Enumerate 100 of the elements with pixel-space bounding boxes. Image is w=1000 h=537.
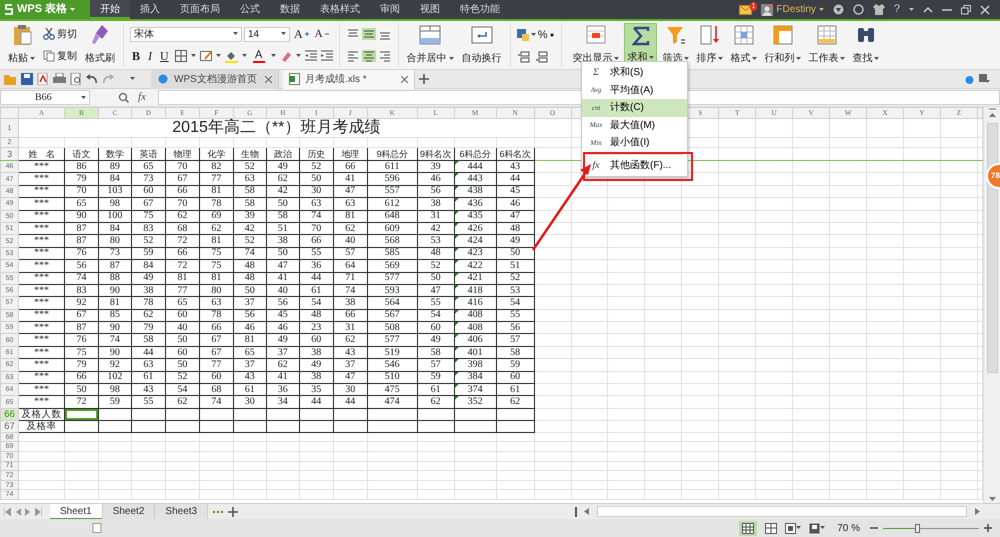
selected-cell[interactable] xyxy=(64,408,98,420)
menu-tab[interactable]: 表格样式 xyxy=(310,0,370,19)
menu-tab[interactable]: 数据 xyxy=(270,0,310,19)
ribbon-button[interactable]: 工作表 xyxy=(806,23,848,67)
collapse-ribbon-icon[interactable] xyxy=(923,6,933,13)
sheet-tab[interactable]: Sheet1 xyxy=(50,504,103,520)
table-cell: 57 xyxy=(333,247,368,260)
table-cell: *** xyxy=(18,198,64,210)
table-cell: 474 xyxy=(367,396,418,408)
font-size-field[interactable]: 14 xyxy=(244,26,290,42)
normal-view-icon[interactable] xyxy=(742,522,754,534)
mail-icon[interactable] xyxy=(739,4,752,14)
sheet-tab[interactable]: Sheet3 xyxy=(155,504,208,520)
panel-menu-icon[interactable] xyxy=(979,74,990,84)
undo-icon[interactable] xyxy=(86,74,98,84)
bold-button[interactable]: B xyxy=(130,47,142,65)
new-tab-icon[interactable] xyxy=(419,74,429,84)
decrease-font-button[interactable]: A xyxy=(312,26,331,42)
reading-mode-icon[interactable] xyxy=(809,522,820,534)
print-icon[interactable] xyxy=(53,73,66,85)
document-tab[interactable]: WPS文档漫游首页 xyxy=(151,70,279,88)
menu-tab[interactable]: 特色功能 xyxy=(450,0,510,19)
document-tab[interactable]: 月考成绩.xls * xyxy=(283,70,415,88)
increase-decimal-icon[interactable] xyxy=(516,51,531,64)
menu-tab[interactable]: 插入 xyxy=(130,0,170,19)
avatar-icon[interactable] xyxy=(761,4,774,16)
zoom-level[interactable]: 70 % xyxy=(837,520,860,536)
close-icon[interactable] xyxy=(265,76,272,82)
table-cell: 75 xyxy=(199,247,234,260)
font-color-button[interactable]: A xyxy=(250,50,267,62)
table-cell: 62 xyxy=(417,396,454,408)
table-cell: 66 xyxy=(333,160,368,173)
user-name[interactable]: FDestiny xyxy=(776,2,816,17)
paste-button[interactable]: 粘贴 xyxy=(6,23,37,67)
align-middle-icon[interactable] xyxy=(362,28,376,40)
name-box[interactable]: B66 xyxy=(0,90,90,105)
ribbon-button[interactable]: 排序 xyxy=(694,23,726,67)
zoom-in-icon[interactable] xyxy=(984,524,992,532)
sheet-tab[interactable]: Sheet2 xyxy=(102,504,156,520)
ribbon-button[interactable]: 行和列 xyxy=(762,23,804,67)
menu-tab[interactable]: 审阅 xyxy=(370,0,410,19)
format-painter-button[interactable]: 格式刷 xyxy=(83,23,117,67)
menu-item[interactable]: fx 其他函数(F)... xyxy=(582,156,687,174)
cloud-icon[interactable] xyxy=(964,74,975,84)
ribbon-button[interactable]: 查找 xyxy=(850,23,882,67)
clear-format-icon[interactable] xyxy=(280,50,292,62)
slider-thumb[interactable] xyxy=(914,524,920,532)
cell-style-icon[interactable] xyxy=(200,50,212,62)
horizontal-scrollbar-thumb[interactable] xyxy=(597,506,967,517)
align-left-icon[interactable] xyxy=(346,50,360,62)
underline-button[interactable]: U xyxy=(158,47,171,65)
table-cell: 50 xyxy=(266,247,300,260)
copy-button[interactable]: 复制 xyxy=(41,48,79,64)
row-header[interactable]: 3 xyxy=(0,148,18,160)
merge-center-button[interactable]: 合并居中 xyxy=(404,23,456,67)
shirt-icon[interactable] xyxy=(872,4,885,15)
ribbon-button[interactable]: 格式 xyxy=(728,23,760,67)
align-right-icon[interactable] xyxy=(378,50,392,62)
caret-icon xyxy=(270,54,276,58)
font-name-field[interactable]: 宋体 xyxy=(130,26,242,42)
decrease-indent-icon[interactable] xyxy=(304,50,317,62)
app-logo[interactable]: WPS 表格 xyxy=(0,0,90,19)
table-cell: 435 xyxy=(454,210,496,222)
table-cell: 37 xyxy=(233,358,266,372)
menu-tab[interactable]: 开始 xyxy=(90,0,130,19)
menu-tab[interactable]: 视图 xyxy=(410,0,450,19)
scroll-left-icon[interactable] xyxy=(584,508,589,515)
pdf-export-icon[interactable] xyxy=(37,73,49,85)
scroll-right-icon[interactable] xyxy=(975,508,980,515)
align-center-icon[interactable] xyxy=(362,50,376,62)
italic-button[interactable]: I xyxy=(146,47,154,65)
menu-item[interactable]: Σ 求和(S) xyxy=(582,64,687,82)
row-header[interactable]: 66 xyxy=(0,408,18,420)
table-cell: 40 xyxy=(266,284,300,297)
increase-font-button[interactable]: A xyxy=(292,25,311,43)
zoom-icon[interactable] xyxy=(118,92,129,103)
row-header[interactable]: 67 xyxy=(0,420,18,432)
splitter-icon[interactable] xyxy=(575,506,578,516)
decrease-decimal-icon[interactable] xyxy=(534,51,549,64)
close-icon[interactable] xyxy=(401,76,408,82)
more-sheets-icon[interactable] xyxy=(212,510,224,514)
percent-button[interactable]: % xyxy=(538,26,548,44)
number-format-icon[interactable] xyxy=(516,29,529,42)
page-break-view-icon[interactable] xyxy=(765,522,778,534)
restore-icon[interactable] xyxy=(961,4,971,14)
zoom-slider[interactable] xyxy=(883,524,979,532)
save-icon[interactable] xyxy=(21,73,33,85)
borders-icon[interactable] xyxy=(174,50,187,62)
insert-function-button[interactable]: fx xyxy=(138,89,146,106)
table-cell: 45 xyxy=(496,185,534,198)
menu-tab[interactable]: 页面布局 xyxy=(170,0,230,19)
wrap-text-button[interactable]: 自动换行 xyxy=(460,23,504,67)
print-preview-icon[interactable] xyxy=(70,73,82,85)
fullscreen-icon[interactable] xyxy=(785,522,796,534)
menu-tab[interactable]: 公式 xyxy=(230,0,270,19)
increase-indent-icon[interactable] xyxy=(320,50,333,62)
fill-color-icon[interactable] xyxy=(224,50,238,62)
help-button[interactable]: ? xyxy=(894,1,900,18)
add-sheet-icon[interactable] xyxy=(228,506,238,516)
cut-button[interactable]: 剪切 xyxy=(41,26,79,42)
